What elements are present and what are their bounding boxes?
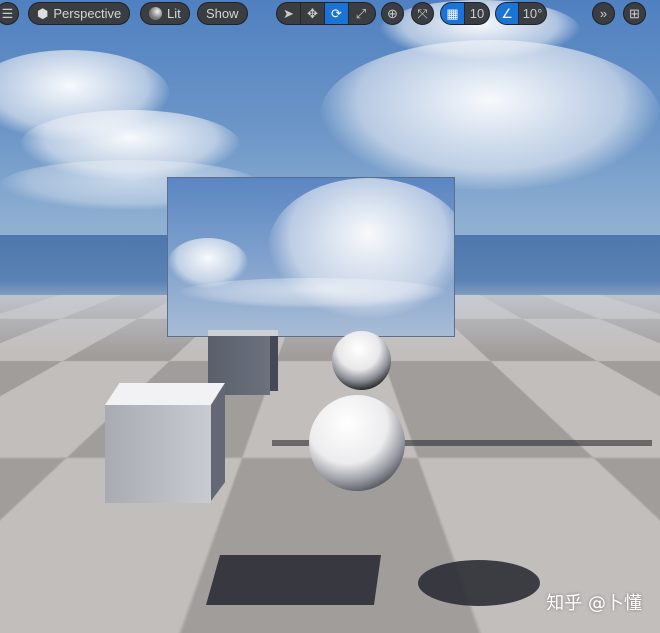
surface-snap-button[interactable]: ⤧ xyxy=(411,2,434,25)
cube-front[interactable] xyxy=(105,383,225,503)
grid-icon[interactable]: ▦ xyxy=(441,3,465,24)
rotation-snap: ∠ 10° xyxy=(495,2,547,25)
cube-shadow xyxy=(206,555,381,605)
view-mode-button[interactable]: ⬢ Perspective xyxy=(28,2,131,25)
show-button[interactable]: Show xyxy=(197,2,248,25)
rotate-tool-icon[interactable]: ⟳ xyxy=(325,3,349,24)
lighting-mode-button[interactable]: Lit xyxy=(140,2,190,25)
grid-snap-value[interactable]: 10 xyxy=(465,3,489,24)
layout-button[interactable]: ⊞ xyxy=(623,2,646,25)
watermark: 知乎 @卜懂 xyxy=(546,593,642,614)
rotation-snap-value[interactable]: 10° xyxy=(519,3,546,24)
angle-icon[interactable]: ∠ xyxy=(496,3,520,24)
scale-tool-icon[interactable]: ⤢ xyxy=(349,3,373,24)
chevron-double-right-icon: » xyxy=(599,6,608,21)
mirror-plane[interactable] xyxy=(168,178,454,336)
translate-tool-icon[interactable]: ✥ xyxy=(301,3,325,24)
sphere-icon xyxy=(149,7,162,20)
sphere-shadow xyxy=(418,560,540,606)
grid-snap: ▦ 10 xyxy=(440,2,490,25)
sphere-large[interactable] xyxy=(309,395,405,491)
select-tool-icon[interactable]: ➤ xyxy=(277,3,301,24)
surface-snap-icon: ⤧ xyxy=(417,5,428,21)
cube-icon: ⬢ xyxy=(37,5,49,21)
hamburger-icon: ☰ xyxy=(1,5,14,21)
globe-icon: ⊕ xyxy=(387,5,398,21)
layout-grid-icon: ⊞ xyxy=(629,5,640,21)
more-options-button[interactable]: » xyxy=(592,2,615,25)
transform-tools: ➤ ✥ ⟳ ⤢ xyxy=(276,2,376,25)
sphere-small[interactable] xyxy=(332,331,391,390)
world-local-toggle[interactable]: ⊕ xyxy=(381,2,404,25)
